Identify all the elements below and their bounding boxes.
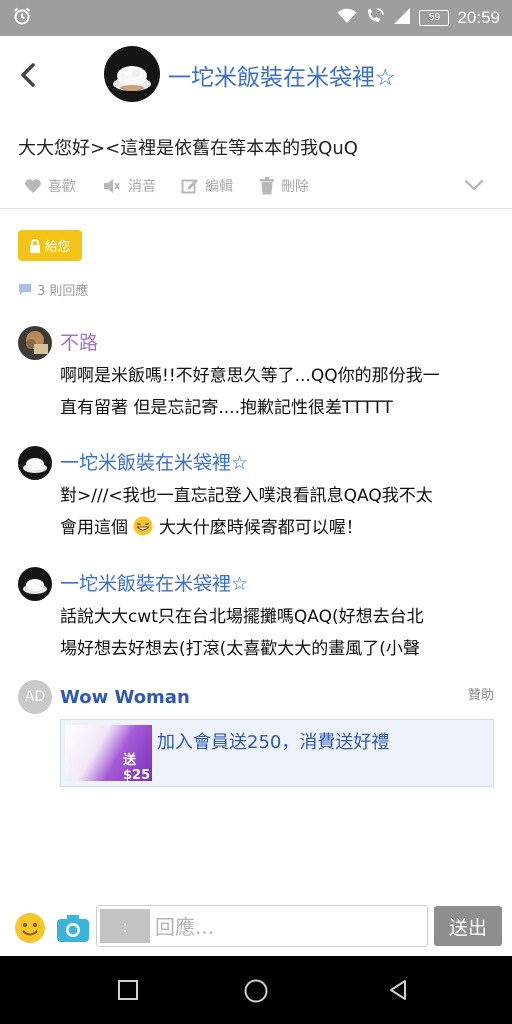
composer-bar: : 送出: [0, 900, 512, 956]
mute-button[interactable]: 消音: [102, 176, 156, 196]
reply-count-label: 3 則回應: [37, 284, 89, 299]
send-button[interactable]: 送出: [434, 906, 502, 946]
comment-fragment: 會用這個: [60, 518, 128, 538]
avatar[interactable]: [104, 46, 160, 102]
laughing-emoji-icon: [133, 516, 153, 536]
back-nav-button[interactable]: [386, 978, 410, 1002]
ad-thumbnail: 送$25: [65, 725, 152, 781]
avatar[interactable]: [18, 567, 52, 601]
wifi-icon: [337, 8, 357, 29]
home-button[interactable]: [243, 978, 268, 1003]
avatar[interactable]: [18, 326, 52, 360]
post-content: 大大您好><這裡是依舊在等本本的我QuQ: [18, 138, 358, 159]
edit-icon: [181, 179, 198, 194]
comment-bubble-icon: [19, 284, 31, 295]
lock-icon: [30, 238, 41, 253]
more-options-button[interactable]: [464, 178, 484, 192]
system-nav-bar: [0, 956, 512, 1024]
comment-line: 會用這個 大大什麼時候寄都可以喔！: [60, 512, 500, 544]
comment-author[interactable]: 不路: [60, 328, 98, 355]
comment-text: 啊啊是米飯嗎!!不好意思久等了...QQ你的那份我一 直有留著 但是忘記寄...…: [60, 360, 500, 424]
ad-avatar: AD: [18, 680, 52, 714]
delete-label: 刪除: [281, 179, 309, 195]
comment-line: 啊啊是米飯嗎!!不好意思久等了...QQ你的那份我一: [60, 366, 440, 386]
battery-icon: 59: [419, 10, 450, 26]
divider: [0, 208, 512, 209]
edit-button[interactable]: 編輯: [181, 176, 233, 196]
ad-card[interactable]: 送$25 加入會員送250，消費送好禮: [60, 719, 494, 787]
comment-author[interactable]: 一坨米飯裝在米袋裡☆: [60, 448, 248, 475]
back-button[interactable]: [14, 60, 44, 90]
comment-author[interactable]: 一坨米飯裝在米袋裡☆: [60, 569, 248, 596]
status-bar: 59 20:59: [0, 0, 512, 36]
header-bar: 一坨米飯裝在米袋裡☆: [0, 36, 512, 114]
chevron-left-icon: [21, 63, 35, 87]
avatar[interactable]: [18, 446, 52, 480]
alarm-icon: [12, 6, 32, 31]
edit-label: 編輯: [205, 179, 233, 195]
chevron-down-icon: [464, 179, 484, 191]
like-label: 喜歡: [48, 179, 76, 195]
comment-fragment: 大大什麼時候寄都可以喔！: [158, 518, 363, 538]
ad-thumbnail-text: 送$25: [123, 753, 151, 781]
heart-icon: [25, 179, 41, 193]
delete-button[interactable]: 刪除: [259, 176, 309, 196]
like-button[interactable]: 喜歡: [24, 176, 76, 196]
emoji-button[interactable]: [14, 912, 46, 944]
camera-button[interactable]: [56, 912, 90, 944]
sponsored-label: 贊助: [467, 688, 494, 703]
comment-text: 話說大大cwt只在台北場擺攤嗎QAQ(好想去台北 場好想去好想去(打滾(太喜歡大…: [60, 601, 500, 665]
comment-line: 對>///<我也一直忘記登入噗浪看訊息QAQ我不太: [60, 486, 433, 506]
comment-line: 話說大大cwt只在台北場擺攤嗎QAQ(好想去台北: [60, 607, 424, 627]
smiley-icon: [15, 913, 45, 943]
recents-button[interactable]: [116, 978, 140, 1002]
page-title: 一坨米飯裝在米袋裡☆: [168, 65, 396, 91]
comment-line: 直有留著 但是忘記寄....抱歉記性很差TTTTT: [60, 398, 393, 418]
triangle-back-icon: [390, 980, 406, 1000]
camera-icon: [57, 915, 89, 942]
circle-icon: [244, 979, 268, 1003]
wifi-call-icon: [365, 7, 385, 30]
gift-button[interactable]: 給您: [18, 230, 82, 261]
post-actions: 喜歡 消音 編輯 刪除: [0, 172, 512, 202]
speaker-icon: [104, 179, 120, 193]
reply-count: 3 則回應: [18, 280, 88, 299]
trash-icon: [260, 177, 274, 195]
reply-input[interactable]: [153, 908, 425, 946]
ad-advertiser-name[interactable]: Wow Woman: [60, 687, 190, 708]
signal-icon: [393, 7, 411, 29]
ad-title: 加入會員送250，消費送好禮: [157, 732, 390, 753]
reply-input-box[interactable]: :: [96, 905, 428, 947]
qualifier-selector[interactable]: :: [100, 909, 150, 943]
gift-label: 給您: [44, 240, 71, 255]
mute-label: 消音: [128, 179, 156, 195]
square-icon: [118, 980, 138, 1000]
status-time: 20:59: [457, 8, 500, 27]
comment-line: 場好想去好想去(打滾(太喜歡大大的畫風了(小聲: [60, 639, 420, 659]
comment-text: 對>///<我也一直忘記登入噗浪看訊息QAQ我不太 會用這個 大大什麼時候寄都可…: [60, 480, 500, 544]
